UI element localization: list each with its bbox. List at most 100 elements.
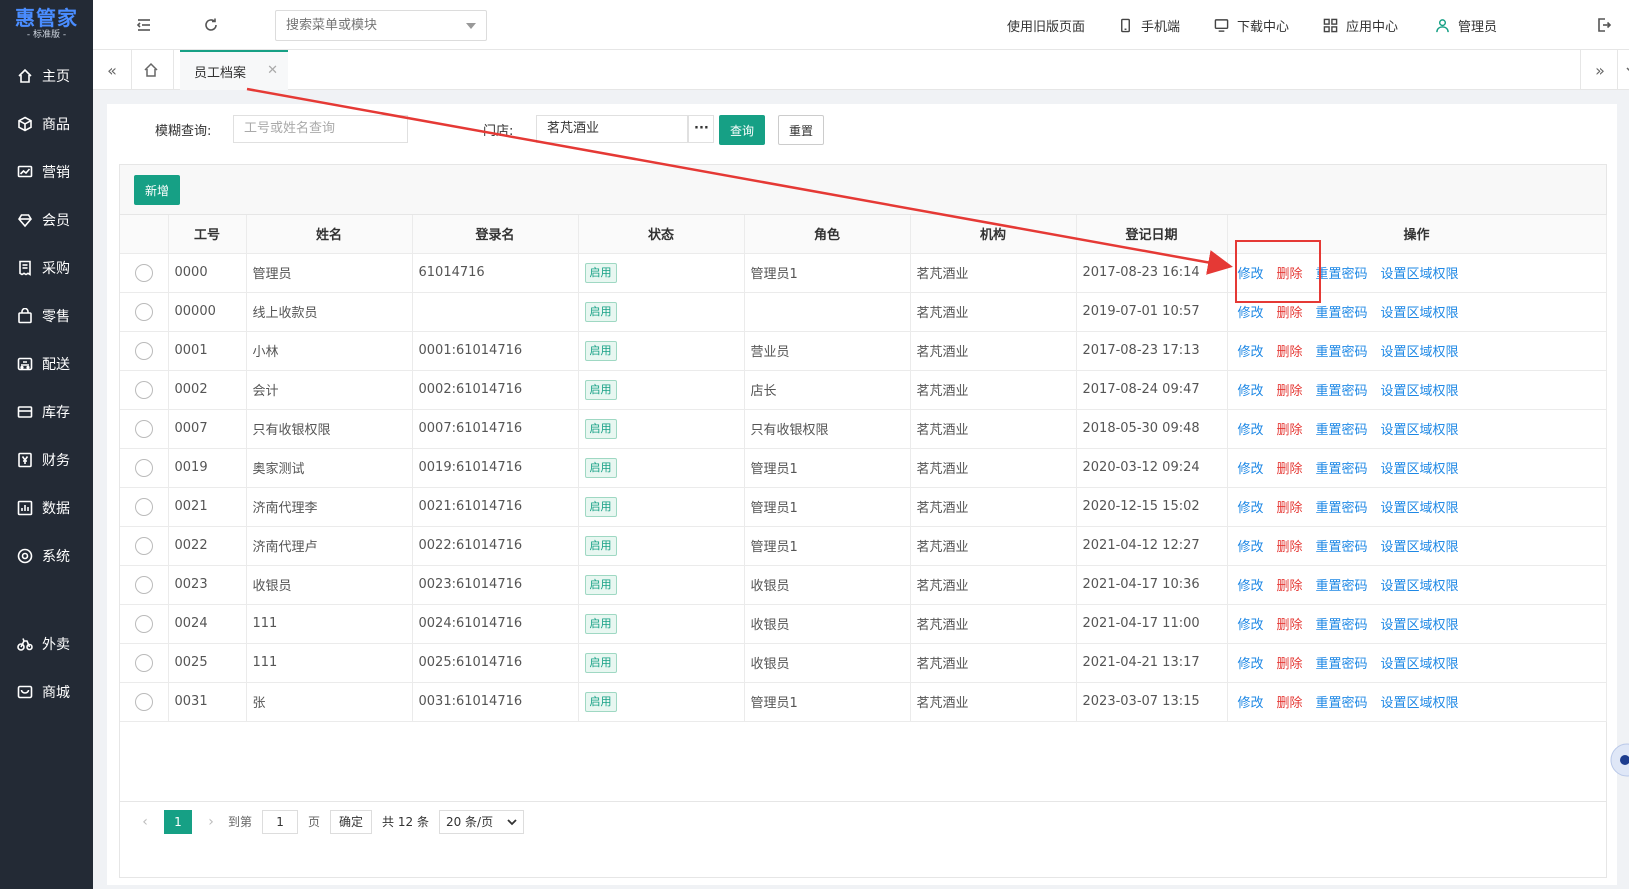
reset-password-link[interactable]: 重置密码 <box>1316 501 1368 516</box>
table-row[interactable]: 0001 小林 0001:61014716 启用 营业员 茗芃酒业 2017-08-23 1… <box>120 331 1607 371</box>
set-region-permission-link[interactable]: 设置区域权限 <box>1381 657 1459 672</box>
col-header-id[interactable]: 工号 <box>168 215 247 254</box>
reset-button[interactable]: 重置 <box>778 115 824 145</box>
sidebar-item-9[interactable]: 数据 <box>0 488 93 528</box>
edit-link[interactable]: 修改 <box>1238 540 1264 555</box>
table-row[interactable]: 0024 111 0024:61014716 启用 收银员 茗芃酒业 2021-04-17 … <box>120 604 1607 644</box>
fuzzy-query-input[interactable]: 工号或姓名查询 <box>233 115 408 143</box>
delete-link[interactable]: 删除 <box>1277 384 1303 399</box>
row-radio[interactable] <box>134 263 153 282</box>
logout-icon[interactable] <box>1593 14 1615 36</box>
edit-link[interactable]: 修改 <box>1238 345 1264 360</box>
col-header-status[interactable]: 状态 <box>578 215 745 254</box>
col-header-role[interactable]: 角色 <box>744 215 911 254</box>
query-button[interactable]: 查询 <box>719 115 765 145</box>
table-row[interactable]: 0000 管理员 61014716 启用 管理员1 茗芃酒业 2017-08-23 16:1… <box>120 253 1607 293</box>
goto-confirm-button[interactable]: 确定 <box>330 809 373 834</box>
sidebar-item-6[interactable]: 配送 <box>0 344 93 384</box>
col-header-date[interactable]: 登记日期 <box>1076 215 1228 254</box>
reset-password-link[interactable]: 重置密码 <box>1316 384 1368 399</box>
reset-password-link[interactable]: 重置密码 <box>1316 696 1368 711</box>
row-radio[interactable] <box>134 536 153 555</box>
edit-link[interactable]: 修改 <box>1238 306 1264 321</box>
set-region-permission-link[interactable]: 设置区域权限 <box>1381 462 1459 477</box>
row-radio[interactable] <box>134 653 153 672</box>
download-center-link[interactable]: 下载中心 <box>1214 16 1289 35</box>
reset-password-link[interactable]: 重置密码 <box>1316 462 1368 477</box>
table-row[interactable]: 0022 济南代理卢 0022:61014716 启用 管理员1 茗芃酒业 2021-04-… <box>120 526 1607 566</box>
edit-link[interactable]: 修改 <box>1238 423 1264 438</box>
table-row[interactable]: 00000 线上收款员 启用 茗芃酒业 2019-07-01 10:57 修改 删除 重置密码… <box>120 292 1607 332</box>
home-tab-icon[interactable] <box>141 60 161 80</box>
sidebar-item-11[interactable]: 外卖 <box>0 624 93 664</box>
set-region-permission-link[interactable]: 设置区域权限 <box>1381 501 1459 516</box>
page-size-select[interactable]: 20 条/页 <box>438 809 525 834</box>
menu-search-select[interactable] <box>275 10 487 41</box>
sidebar-item-4[interactable]: 采购 <box>0 248 93 288</box>
sidebar-item-5[interactable]: 零售 <box>0 296 93 336</box>
table-row[interactable]: 0025 111 0025:61014716 启用 收银员 茗芃酒业 2021-04-21 … <box>120 643 1607 683</box>
edit-link[interactable]: 修改 <box>1238 579 1264 594</box>
row-radio[interactable] <box>134 380 153 399</box>
edit-link[interactable]: 修改 <box>1238 384 1264 399</box>
table-row[interactable]: 0002 会计 0002:61014716 启用 店长 茗芃酒业 2017-08-24 09… <box>120 370 1607 410</box>
brand-logo[interactable]: 惠管家 - 标准版 - <box>0 0 93 48</box>
sidebar-item-7[interactable]: 库存 <box>0 392 93 432</box>
col-header-name[interactable]: 姓名 <box>246 215 413 254</box>
table-row[interactable]: 0023 收银员 0023:61014716 启用 收银员 茗芃酒业 2021-04-17 … <box>120 565 1607 605</box>
close-tab-icon[interactable]: ✕ <box>267 63 278 78</box>
row-radio[interactable] <box>134 497 153 516</box>
sidebar-item-1[interactable]: 商品 <box>0 104 93 144</box>
tabs-scroll-left-icon[interactable]: « <box>102 60 122 80</box>
set-region-permission-link[interactable]: 设置区域权限 <box>1381 384 1459 399</box>
tab-employee-archive[interactable]: 员工档案 ✕ <box>180 50 288 90</box>
user-menu[interactable]: 管理员 <box>1435 16 1497 35</box>
store-picker-button[interactable]: ··· <box>688 115 714 143</box>
table-row[interactable]: 0031 张 0031:61014716 启用 管理员1 茗芃酒业 2023-03-07 1… <box>120 682 1607 722</box>
set-region-permission-link[interactable]: 设置区域权限 <box>1381 696 1459 711</box>
next-page-icon[interactable]: › <box>200 814 222 830</box>
goto-page-input[interactable]: 1 <box>262 809 299 834</box>
reset-password-link[interactable]: 重置密码 <box>1316 423 1368 438</box>
sidebar-item-10[interactable]: 系统 <box>0 536 93 576</box>
edit-link[interactable]: 修改 <box>1238 462 1264 477</box>
delete-link[interactable]: 删除 <box>1277 540 1303 555</box>
delete-link[interactable]: 删除 <box>1277 462 1303 477</box>
row-radio[interactable] <box>134 692 153 711</box>
table-row[interactable]: 0007 只有收银权限 0007:61014716 启用 只有收银权限 茗芃酒业 2018-… <box>120 409 1607 449</box>
menu-toggle-icon[interactable] <box>133 14 155 36</box>
delete-link[interactable]: 删除 <box>1277 618 1303 633</box>
store-input[interactable]: 茗芃酒业 <box>536 115 688 143</box>
edit-link[interactable]: 修改 <box>1238 657 1264 672</box>
row-radio[interactable] <box>134 614 153 633</box>
edit-link[interactable]: 修改 <box>1238 501 1264 516</box>
tabs-scroll-right-icon[interactable]: » <box>1590 60 1610 80</box>
mobile-link[interactable]: 手机端 <box>1118 16 1180 35</box>
set-region-permission-link[interactable]: 设置区域权限 <box>1381 345 1459 360</box>
delete-link[interactable]: 删除 <box>1277 423 1303 438</box>
row-radio[interactable] <box>134 419 153 438</box>
col-header-login[interactable]: 登录名 <box>412 215 579 254</box>
row-radio[interactable] <box>134 341 153 360</box>
delete-link[interactable]: 删除 <box>1277 579 1303 594</box>
sidebar-item-0[interactable]: 主页 <box>0 56 93 96</box>
refresh-icon[interactable] <box>200 14 222 36</box>
reset-password-link[interactable]: 重置密码 <box>1316 618 1368 633</box>
sidebar-item-8[interactable]: 财务 <box>0 440 93 480</box>
row-radio[interactable] <box>134 458 153 477</box>
delete-link[interactable]: 删除 <box>1277 345 1303 360</box>
delete-link[interactable]: 删除 <box>1277 657 1303 672</box>
delete-link[interactable]: 删除 <box>1277 306 1303 321</box>
sidebar-item-12[interactable]: 商城 <box>0 672 93 712</box>
tabs-dropdown-icon[interactable] <box>1621 60 1629 80</box>
reset-password-link[interactable]: 重置密码 <box>1316 540 1368 555</box>
table-row[interactable]: 0021 济南代理李 0021:61014716 启用 管理员1 茗芃酒业 2020-12-… <box>120 487 1607 527</box>
set-region-permission-link[interactable]: 设置区域权限 <box>1381 423 1459 438</box>
reset-password-link[interactable]: 重置密码 <box>1316 267 1368 282</box>
table-row[interactable]: 0019 奥家测试 0019:61014716 启用 管理员1 茗芃酒业 2020-03-1… <box>120 448 1607 488</box>
edit-link[interactable]: 修改 <box>1238 696 1264 711</box>
reset-password-link[interactable]: 重置密码 <box>1316 579 1368 594</box>
set-region-permission-link[interactable]: 设置区域权限 <box>1381 267 1459 282</box>
floating-assistant-icon[interactable] <box>1599 740 1629 780</box>
reset-password-link[interactable]: 重置密码 <box>1316 345 1368 360</box>
